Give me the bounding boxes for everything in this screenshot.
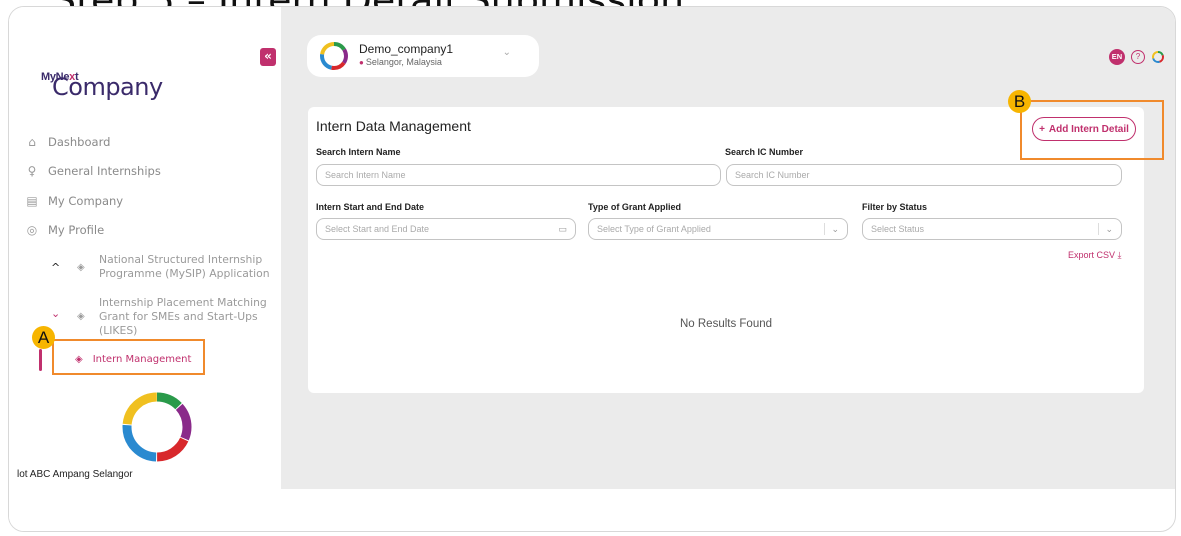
status-label: Filter by Status [862, 202, 928, 212]
search-ic-number-input[interactable]: Search IC Number [726, 164, 1122, 186]
status-select[interactable]: Select Status ⌄ [862, 218, 1122, 240]
empty-state-message: No Results Found [679, 318, 773, 330]
intern-data-card: Intern Data Management + Add Intern Deta… [308, 107, 1144, 393]
chevron-down-icon: ⌄ [831, 224, 839, 234]
award-icon: ♀ [27, 164, 37, 178]
help-icon[interactable]: ? [1131, 50, 1145, 64]
chevron-up-icon: ^ [51, 261, 61, 274]
annotation-highlight-a [52, 339, 205, 375]
company-selector[interactable]: Demo_company1 ● Selangor, Malaysia ⌄ [307, 35, 539, 77]
company-logo[interactable]: MyNext Company [41, 71, 163, 101]
search-name-label: Search Intern Name [316, 147, 401, 157]
building-icon: ▤ [26, 194, 38, 208]
nav-my-company-label: My Company [48, 194, 124, 208]
active-indicator [39, 349, 42, 371]
profile-icon: ◎ [26, 223, 38, 237]
language-button[interactable]: EN [1109, 49, 1125, 65]
nav-my-company[interactable]: ▤ My Company [25, 194, 123, 208]
header-actions: EN ? [1109, 49, 1165, 65]
annotation-badge-b: B [1008, 90, 1031, 113]
calendar-icon: ▭ [558, 224, 567, 234]
collapse-sidebar-button[interactable]: « [260, 48, 276, 66]
company-name: Demo_company1 [359, 42, 454, 56]
annotation-badge-a: A [32, 326, 55, 349]
nav-mysip-group[interactable]: ^ ◈ National Structured Internship Progr… [51, 253, 277, 283]
nav-dashboard[interactable]: ⌂ Dashboard [25, 135, 110, 149]
nav-mysip-label: National Structured Internship Programme… [99, 253, 270, 280]
nav-likes-group[interactable]: ⌄ ◈ Internship Placement Matching Grant … [51, 296, 277, 340]
main-content: Demo_company1 ● Selangor, Malaysia ⌄ EN ?… [281, 7, 1175, 489]
chevron-down-icon: ⌄ [1105, 224, 1113, 234]
nav-likes-label: Internship Placement Matching Grant for … [99, 296, 267, 337]
nav-my-profile-label: My Profile [48, 223, 105, 237]
logo-company: Company [52, 73, 163, 101]
grant-type-select[interactable]: Select Type of Grant Applied ⌄ [588, 218, 848, 240]
grant-label: Type of Grant Applied [588, 202, 682, 212]
select-divider [824, 223, 825, 235]
date-label: Intern Start and End Date [316, 202, 425, 212]
company-address: lot ABC Ampang Selangor [17, 469, 133, 480]
home-icon: ⌂ [28, 135, 36, 149]
app-window: « MyNext Company ⌂ Dashboard ♀ General I… [8, 6, 1176, 532]
export-csv-link[interactable]: Export CSV ⤓ [1068, 250, 1122, 261]
page-title: Intern Data Management [316, 118, 471, 134]
nav-general-internships-label: General Internships [48, 164, 161, 178]
company-location: ● Selangor, Malaysia [359, 57, 442, 67]
cube-icon: ◈ [77, 311, 85, 322]
annotation-highlight-b [1020, 100, 1164, 160]
nav-my-profile[interactable]: ◎ My Profile [25, 223, 104, 237]
chevron-down-icon: ⌄ [51, 307, 61, 320]
select-divider [1098, 223, 1099, 235]
sidebar: « MyNext Company ⌂ Dashboard ♀ General I… [9, 7, 281, 531]
company-mini-ring-icon[interactable] [1151, 50, 1165, 64]
download-icon: ⤓ [1117, 250, 1122, 260]
pin-icon: ● [359, 58, 364, 67]
date-range-picker[interactable]: Select Start and End Date ▭ [316, 218, 576, 240]
search-intern-name-input[interactable]: Search Intern Name [316, 164, 721, 186]
chevron-down-icon: ⌄ [502, 47, 511, 58]
nav-general-internships[interactable]: ♀ General Internships [25, 164, 161, 178]
search-ic-label: Search IC Number [725, 147, 804, 157]
cube-icon: ◈ [77, 262, 85, 273]
company-avatar-ring [122, 392, 192, 462]
nav-dashboard-label: Dashboard [48, 135, 111, 149]
company-ring-icon [320, 42, 348, 70]
